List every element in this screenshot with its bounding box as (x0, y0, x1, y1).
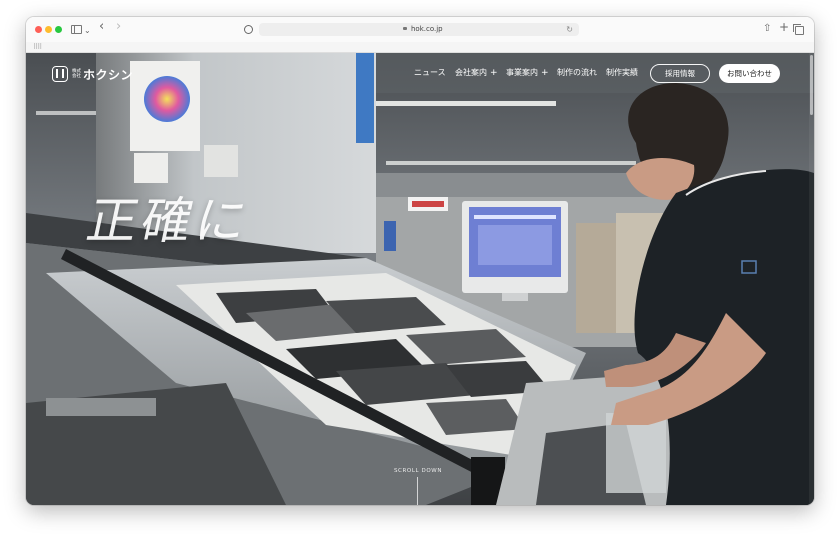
favorites-bar: ⠿⠿ (26, 42, 814, 53)
hero-photo (26, 53, 814, 505)
share-icon[interactable]: ⇧ (763, 22, 771, 36)
logo-small-bottom: 会社 (72, 74, 81, 79)
plus-icon: + (541, 68, 549, 78)
recruit-button[interactable]: 採用情報 (650, 64, 710, 83)
nav-company[interactable]: 会社案内 + (455, 68, 498, 78)
scroll-down-line (417, 477, 418, 505)
logo-name: ホクシン (83, 67, 134, 82)
browser-window: ⌄ ‹ › hok.co.jp ↻ ⇧ + ⠿⠿ 株式 会社 ホクシン ニュース… (26, 17, 814, 505)
minimize-window-button[interactable] (45, 26, 52, 33)
nav-news[interactable]: ニュース (414, 68, 446, 78)
grid-icon[interactable]: ⠿⠿ (33, 43, 42, 51)
chevron-down-icon[interactable]: ⌄ (84, 24, 91, 38)
nav-works[interactable]: 制作実績 (606, 68, 638, 78)
nav-business[interactable]: 事業案内 + (506, 68, 549, 78)
sidebar-icon[interactable] (71, 25, 82, 34)
address-bar[interactable]: hok.co.jp ↻ (259, 23, 579, 36)
tabs-icon[interactable] (793, 24, 804, 35)
browser-toolbar: ⌄ ‹ › hok.co.jp ↻ ⇧ + (26, 17, 814, 42)
zoom-window-button[interactable] (55, 26, 62, 33)
chevron-left-icon[interactable]: ‹ (99, 20, 104, 34)
site-header: 株式 会社 ホクシン ニュース 会社案内 + 事業案内 + 制作の流れ 制作実績 採… (26, 53, 814, 93)
scroll-down-label[interactable]: SCROLL DOWN (378, 468, 458, 474)
page-scrollbar[interactable] (809, 53, 814, 505)
web-viewport: 株式 会社 ホクシン ニュース 会社案内 + 事業案内 + 制作の流れ 制作実績 採… (26, 53, 814, 505)
address-url: hok.co.jp (411, 25, 443, 33)
chevron-right-icon[interactable]: › (116, 20, 121, 34)
lock-icon (403, 27, 407, 30)
reload-icon[interactable]: ↻ (566, 23, 573, 36)
nav-workflow[interactable]: 制作の流れ (557, 68, 597, 78)
site-logo[interactable]: 株式 会社 ホクシン (52, 66, 133, 82)
close-window-button[interactable] (35, 26, 42, 33)
hero-headline: 正確に (81, 192, 257, 250)
logo-mark-icon (52, 66, 68, 82)
shield-icon[interactable] (244, 25, 253, 34)
contact-button[interactable]: お問い合わせ (719, 64, 780, 83)
plus-icon[interactable]: + (779, 20, 789, 34)
plus-icon: + (490, 68, 498, 78)
logo-corporate-type: 株式 会社 (72, 69, 81, 80)
